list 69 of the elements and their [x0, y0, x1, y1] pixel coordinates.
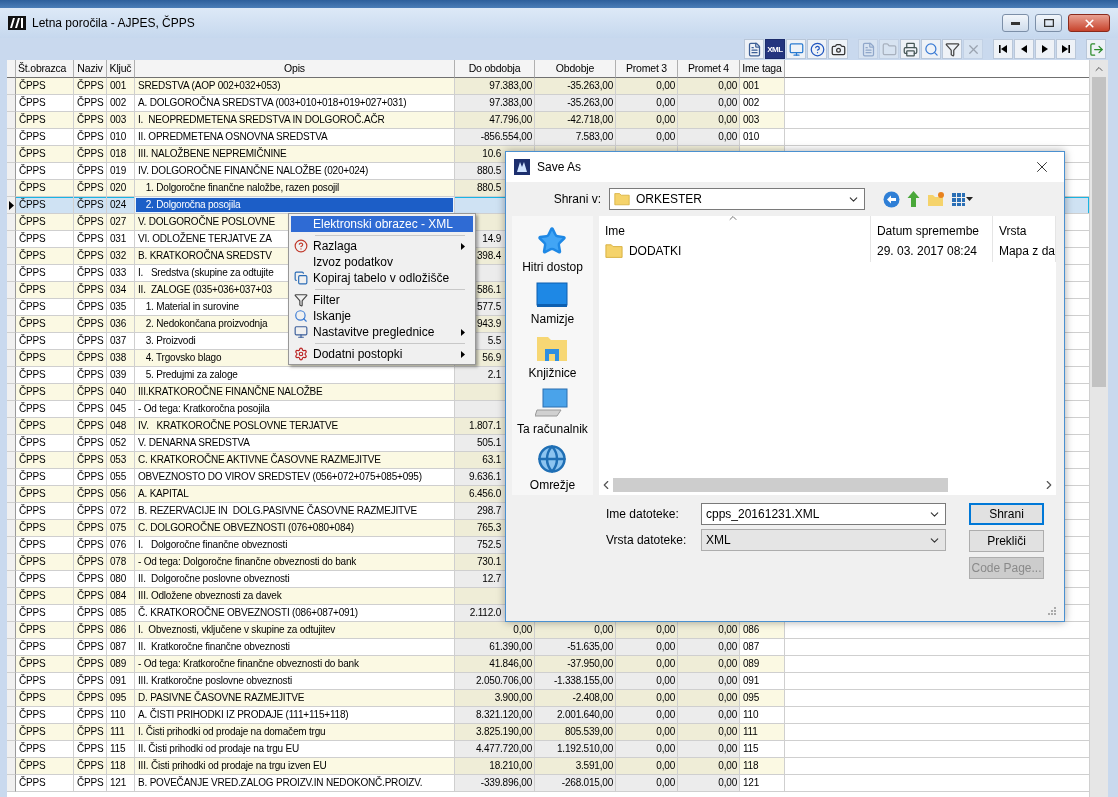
table-cell: -35.263,00	[535, 95, 616, 112]
table-cell: 0,00	[616, 656, 678, 673]
table-cell: -1.338.155,00	[535, 673, 616, 690]
table-cell: B. POVEČANJE VRED.ZALOG PROIZV.IN NEDOKONČ.PROIZV.	[135, 775, 455, 792]
table-cell: -51.635,00	[535, 639, 616, 656]
table-cell: 0,00	[616, 639, 678, 656]
table-cell: 3.900,00	[455, 690, 535, 707]
table-cell: 0,00	[678, 741, 740, 758]
table-cell: 121	[740, 775, 785, 792]
table-cell: 0,00	[678, 690, 740, 707]
table-cell: 0,00	[535, 622, 616, 639]
table-cell: -339.896,00	[455, 775, 535, 792]
location-label: Shrani v:	[552, 192, 601, 206]
table-cell: -42.718,00	[535, 112, 616, 129]
table-cell: 805.539,00	[535, 724, 616, 741]
table-cell: 0,00	[616, 758, 678, 775]
table-cell: 121	[107, 775, 135, 792]
table-cell: 0,00	[616, 690, 678, 707]
table-cell: 2.050.706,00	[455, 673, 535, 690]
table-cell: 4.477.720,00	[455, 741, 535, 758]
table-cell: 0,00	[616, 724, 678, 741]
table-cell: 0,00	[678, 78, 740, 95]
table-cell: 0,00	[678, 707, 740, 724]
table-cell: 0,00	[678, 95, 740, 112]
table-cell: ČPPS	[16, 775, 74, 792]
field-label: Vrsta datoteke:	[606, 533, 688, 547]
table-cell: 47.796,00	[455, 112, 535, 129]
table-cell: 18.210,00	[455, 758, 535, 775]
table-cell: 7.583,00	[535, 129, 616, 146]
table-cell: 41.846,00	[455, 656, 535, 673]
table-cell: -856.554,00	[455, 129, 535, 146]
field-label: Ime datoteke:	[606, 507, 680, 521]
table-cell: 0,00	[616, 707, 678, 724]
table-cell: 0,00	[678, 639, 740, 656]
table-cell: 0,00	[678, 656, 740, 673]
table-cell: 0,00	[455, 622, 535, 639]
table-cell: 0,00	[616, 95, 678, 112]
table-cell: 0,00	[678, 129, 740, 146]
table-cell: -2.408,00	[535, 690, 616, 707]
table-cell: 0,00	[616, 775, 678, 792]
table-cell: -268.015,00	[535, 775, 616, 792]
table-cell: 8.321.120,00	[455, 707, 535, 724]
file-type: Mapa z da	[998, 244, 1055, 258]
table-cell: 97.383,00	[455, 95, 535, 112]
table-cell: 0,00	[678, 622, 740, 639]
table-cell: 0,00	[678, 112, 740, 129]
table-cell: 61.390,00	[455, 639, 535, 656]
table-cell: 97.383,00	[455, 78, 535, 95]
table-cell: 2. Dolgoročna posojila	[135, 197, 455, 214]
table-cell: 1.192.510,00	[535, 741, 616, 758]
table-cell: -37.950,00	[535, 656, 616, 673]
table-cell: 3.825.190,00	[455, 724, 535, 741]
table-cell: 0,00	[616, 622, 678, 639]
table-cell: ČPPS	[74, 775, 107, 792]
table-cell: 0,00	[616, 112, 678, 129]
table-cell: 2.001.640,00	[535, 707, 616, 724]
window-title: Letna poročila - AJPES, ČPPS	[32, 16, 196, 30]
table-cell: 0,00	[678, 724, 740, 741]
table-cell: 0,00	[616, 129, 678, 146]
dialog-title: Save As	[537, 160, 583, 174]
table-cell: 0,00	[678, 758, 740, 775]
table-cell: 0,00	[678, 775, 740, 792]
table-cell: 0,00	[616, 78, 678, 95]
table-cell: 3.591,00	[535, 758, 616, 775]
table-cell: 0,00	[616, 741, 678, 758]
table-cell: 0,00	[678, 673, 740, 690]
table-cell: -35.263,00	[535, 78, 616, 95]
table-cell: 0,00	[616, 673, 678, 690]
modified-date: 29. 03. 2017 08:24	[876, 244, 978, 258]
